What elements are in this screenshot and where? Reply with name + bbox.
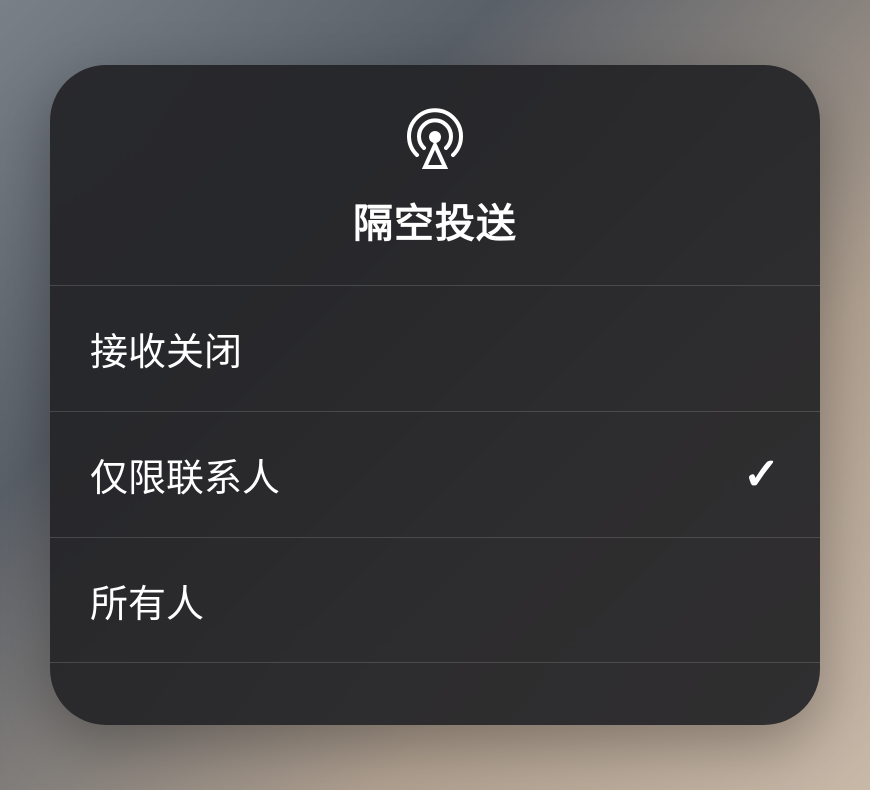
panel-title: 隔空投送 — [353, 191, 517, 249]
options-list: 接收关闭 ✓ 仅限联系人 ✓ 所有人 ✓ — [50, 285, 820, 725]
option-label: 所有人 — [90, 573, 204, 628]
airdrop-panel: 隔空投送 接收关闭 ✓ 仅限联系人 ✓ 所有人 ✓ — [50, 65, 820, 725]
option-label: 接收关闭 — [90, 321, 242, 376]
option-receiving-off[interactable]: 接收关闭 ✓ — [50, 285, 820, 411]
panel-header: 隔空投送 — [50, 65, 820, 285]
option-everyone[interactable]: 所有人 ✓ — [50, 537, 820, 663]
option-contacts-only[interactable]: 仅限联系人 ✓ — [50, 411, 820, 537]
option-label: 仅限联系人 — [90, 447, 280, 502]
airdrop-icon — [403, 105, 467, 169]
checkmark-icon: ✓ — [743, 449, 780, 500]
